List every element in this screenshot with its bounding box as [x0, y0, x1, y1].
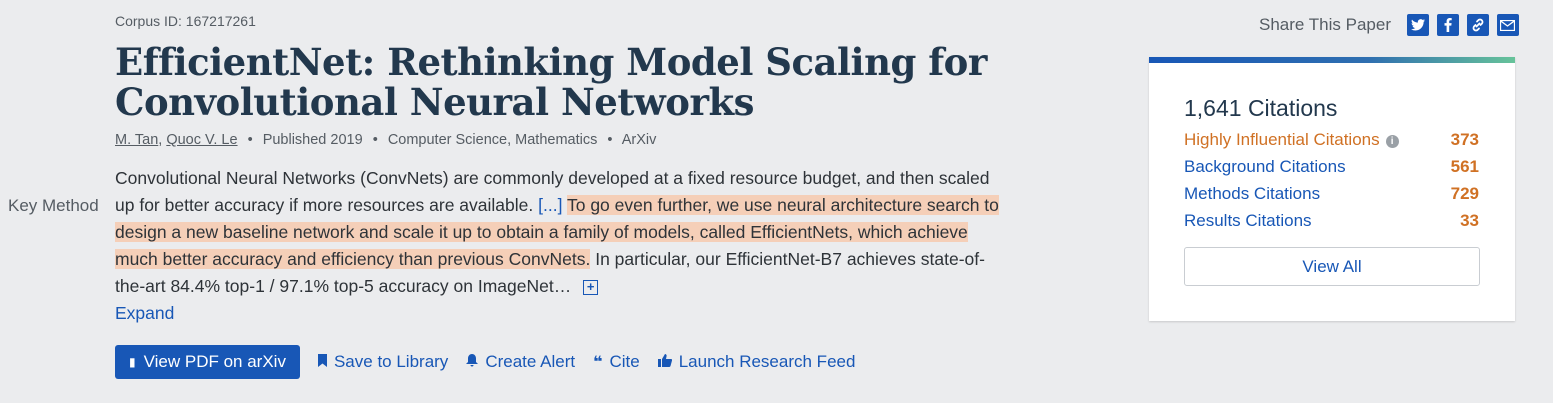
abstract-ellipsis[interactable]: [...]: [538, 195, 562, 215]
citation-row-count: 373: [1450, 130, 1479, 149]
create-alert-button[interactable]: Create Alert: [466, 352, 575, 372]
view-pdf-button[interactable]: ▮ View PDF on arXiv: [115, 345, 300, 379]
bookmark-icon: [317, 354, 327, 370]
expand-link[interactable]: Expand: [115, 300, 1005, 327]
plus-square-icon[interactable]: +: [583, 280, 599, 295]
citation-row-label: Background Citations: [1184, 157, 1346, 176]
bell-icon: [466, 354, 479, 370]
paper-title: EfficientNet: Rethinking Model Scaling f…: [115, 40, 987, 124]
corpus-id: Corpus ID: 167217261: [115, 13, 256, 29]
twitter-icon[interactable]: [1406, 14, 1429, 36]
abstract: Convolutional Neural Networks (ConvNets)…: [115, 165, 1005, 327]
published-date: Published 2019: [262, 132, 363, 148]
facebook-icon[interactable]: [1436, 14, 1459, 36]
share-label: Share This Paper: [1259, 15, 1391, 34]
citation-row-background[interactable]: Background Citations 561: [1184, 157, 1479, 177]
alert-label: Create Alert: [485, 352, 576, 371]
quote-icon: ❝: [593, 354, 603, 371]
thumbs-up-icon: [657, 354, 672, 370]
venue: ArXiv: [621, 132, 657, 148]
cite-label: Cite: [609, 352, 640, 371]
separator: •: [607, 132, 613, 148]
author-link[interactable]: M. Tan: [115, 132, 158, 148]
fields-of-study: Computer Science, Mathematics: [387, 132, 598, 148]
citation-row-count: 729: [1450, 184, 1479, 203]
card-accent-bar: [1149, 57, 1515, 63]
cite-button[interactable]: ❝ Cite: [593, 352, 640, 372]
action-bar: ▮ View PDF on arXiv Save to Library Crea…: [115, 345, 855, 379]
pdf-file-icon: ▮: [129, 355, 136, 369]
key-method-label: Key Method: [8, 196, 99, 215]
paper-meta: M. Tan, Quoc V. Le • Published 2019 • Co…: [115, 132, 657, 148]
share-bar: Share This Paper: [1259, 14, 1519, 36]
citations-heading: 1,641 Citations: [1184, 95, 1338, 121]
citation-row-results[interactable]: Results Citations 33: [1184, 211, 1479, 231]
email-icon[interactable]: [1496, 14, 1519, 36]
citation-row-count: 33: [1460, 211, 1479, 230]
separator: •: [372, 132, 378, 148]
citations-card: 1,641 Citations Highly Influential Citat…: [1149, 57, 1515, 321]
feed-label: Launch Research Feed: [678, 352, 856, 371]
citation-row-label: Methods Citations: [1184, 184, 1321, 203]
citation-row-label: Highly Influential Citations i: [1184, 130, 1399, 150]
citation-row-methods[interactable]: Methods Citations 729: [1184, 184, 1479, 204]
launch-research-feed-button[interactable]: Launch Research Feed: [657, 352, 856, 372]
citation-row-highly-influential[interactable]: Highly Influential Citations i 373: [1184, 130, 1479, 150]
view-all-button[interactable]: View All: [1184, 247, 1480, 286]
view-pdf-label: View PDF on arXiv: [143, 352, 286, 371]
save-to-library-button[interactable]: Save to Library: [317, 352, 449, 372]
save-label: Save to Library: [333, 352, 449, 371]
link-icon[interactable]: [1466, 14, 1489, 36]
author-link[interactable]: Quoc V. Le: [166, 132, 237, 148]
info-icon[interactable]: i: [1385, 135, 1399, 148]
citation-row-label: Results Citations: [1184, 211, 1312, 230]
separator: •: [247, 132, 253, 148]
citation-row-count: 561: [1450, 157, 1479, 176]
